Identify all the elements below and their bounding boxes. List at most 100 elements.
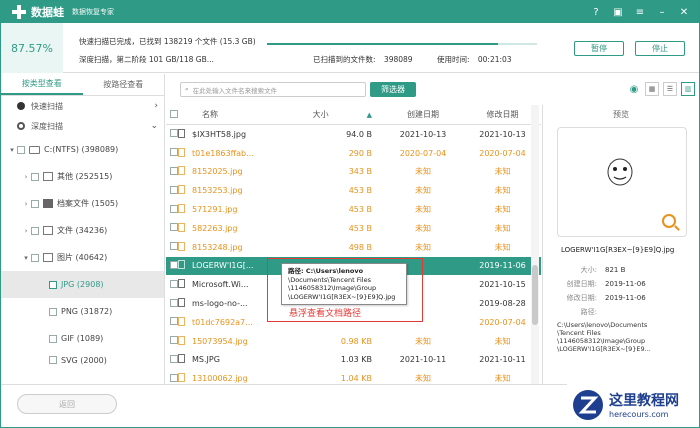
row-checkbox[interactable] [170,373,178,382]
cell-name: 571291.jpg [192,205,238,215]
tree-node-archive[interactable]: › 档案文件 (1505) [1,190,164,217]
tree-node-png[interactable]: PNG (31872) [1,298,164,325]
chevron-down-icon[interactable]: ▾ [21,254,31,262]
menu-icon[interactable]: ≡ [633,5,647,19]
help-icon[interactable]: ? [589,5,603,19]
grid-view-icon[interactable]: ▦ [645,82,659,96]
tree-node-drive[interactable]: ▾ C:(NTFS) (398089) [1,136,164,163]
cell-size: 94.0 B [346,129,372,139]
col-modified[interactable]: 修改日期 [464,109,541,120]
stop-button[interactable]: 停止 [635,41,685,56]
tree-checkbox[interactable] [31,199,39,208]
row-checkbox[interactable] [170,129,178,138]
table-row[interactable]: 582263.jpg 453 B 未知 未知 [166,219,541,238]
back-button[interactable]: 返回 [17,394,117,414]
cell-name: $IX3HT58.jpg [192,129,247,139]
cell-created: 2021-10-11 [399,355,447,365]
file-tree: ▾ C:(NTFS) (398089) › 其他 (252515) › 档案文件… [1,136,164,366]
cell-created: 未知 [415,223,431,233]
tree-node-other[interactable]: › 其他 (252515) [1,163,164,190]
row-checkbox[interactable] [170,279,178,288]
table-row[interactable]: $IX3HT58.jpg 94.0 B 2021-10-13 2021-10-13 [166,125,541,144]
tree-checkbox[interactable] [49,307,57,316]
deep-scan-mode[interactable]: 深度扫描 ⌄ [1,116,164,136]
eye-icon[interactable]: ◉ [627,82,641,96]
chevron-down-icon[interactable]: ▾ [7,146,17,154]
cell-created: 未知 [415,186,431,196]
tab-by-type[interactable]: 按类型查看 [1,74,83,95]
chevron-right-icon[interactable]: › [21,200,31,208]
save-icon[interactable]: ▣ [611,5,625,19]
file-icon [178,354,185,364]
tree-checkbox[interactable] [31,226,39,235]
tree-checkbox[interactable] [31,253,39,262]
row-checkbox[interactable] [170,223,178,232]
table-row[interactable]: 15073954.jpg 0.98 KB 未知 未知 [166,332,541,351]
chevron-right-icon[interactable]: › [21,173,31,181]
tree-node-images[interactable]: ▾ 图片 (40642) [1,244,164,271]
path-line: \Tencent Files [557,329,601,337]
pie-icon [17,102,25,110]
row-checkbox[interactable] [170,317,178,326]
chevron-right-icon[interactable]: › [21,227,31,235]
list-view-icon[interactable]: ☰ [663,82,677,96]
file-icon [178,185,185,195]
col-size-label: 大小 [312,110,329,119]
progress-fill [267,43,499,45]
tree-node-jpg[interactable]: JPG (2908) [1,271,164,298]
close-icon[interactable]: ✕ [677,5,691,19]
table-row[interactable]: t01e1863ffab... 290 B 2020-07-04 2020-07-04 [166,144,541,163]
tree-node-gif[interactable]: GIF (1089) [1,325,164,352]
quick-scan-status: 快速扫描已完成，已找到 138219 个文件 (15.3 GB) [79,37,256,46]
search-placeholder: 在此处输入文件名来搜索文件 [192,86,278,95]
cell-created: 未知 [415,167,431,177]
pause-button[interactable]: 暂停 [574,41,624,56]
cell-created: 2021-10-13 [399,129,447,139]
image-icon [43,253,53,262]
quick-scan-mode[interactable]: 快速扫描 › [1,96,164,116]
cell-size: 453 B [348,223,372,233]
search-input[interactable]: ⌕ 在此处输入文件名来搜索文件 [180,82,366,97]
row-checkbox[interactable] [170,336,178,345]
tree-checkbox[interactable] [31,172,39,181]
row-checkbox[interactable] [170,185,178,194]
zoom-icon[interactable] [662,214,676,228]
filter-button[interactable]: 筛选器 [370,82,416,97]
col-size[interactable]: 大小 ▲ [286,109,382,120]
row-checkbox[interactable] [170,166,178,175]
detail-view-icon[interactable]: ▥ [681,82,695,96]
table-scrollbar[interactable] [531,105,539,384]
table-row[interactable]: 8153248.jpg 498 B 未知 未知 [166,238,541,257]
row-checkbox[interactable] [170,354,178,363]
deep-scan-label: 深度扫描 [31,121,63,131]
scrollbar-thumb[interactable] [532,265,538,325]
file-icon [178,279,185,289]
scan-status-panel: 87.57% 快速扫描已完成，已找到 138219 个文件 (15.3 GB) … [1,23,699,73]
table-row[interactable]: 8153253.jpg 453 B 未知 未知 [166,181,541,200]
tree-node-documents[interactable]: › 文件 (34236) [1,217,164,244]
frog-logo-icon [11,4,27,20]
row-checkbox[interactable] [170,260,178,269]
table-row[interactable]: 571291.jpg 453 B 未知 未知 [166,200,541,219]
preview-modified: 修改日期: 2019-11-06 [557,293,646,303]
col-name[interactable]: 名称 [192,109,286,120]
tree-checkbox[interactable] [17,145,25,154]
row-checkbox[interactable] [170,298,178,307]
tree-checkbox[interactable] [49,334,57,343]
tree-checkbox[interactable] [49,356,57,364]
row-checkbox[interactable] [170,242,178,251]
row-checkbox[interactable] [170,148,178,157]
path-line: \1146058312\Image\Group [557,337,646,345]
row-checkbox[interactable] [170,204,178,213]
deep-scan-status: 深度扫描，第二阶段 101 GB/118 GB... [79,55,214,64]
tree-node-svg[interactable]: SVG (2000) [1,352,164,366]
tree-checkbox[interactable] [49,280,57,289]
table-row[interactable]: MS.JPG 1.03 KB 2021-10-11 2021-10-11 [166,351,541,370]
table-row[interactable]: 8152025.jpg 343 B 未知 未知 [166,163,541,182]
tab-by-path[interactable]: 按路径查看 [83,74,165,95]
col-created[interactable]: 创建日期 [382,109,464,120]
minimize-icon[interactable]: – [655,5,669,19]
select-all-checkbox[interactable] [170,109,178,118]
kv-label: 创建日期: [566,280,597,288]
cell-modified: 未知 [494,167,511,177]
